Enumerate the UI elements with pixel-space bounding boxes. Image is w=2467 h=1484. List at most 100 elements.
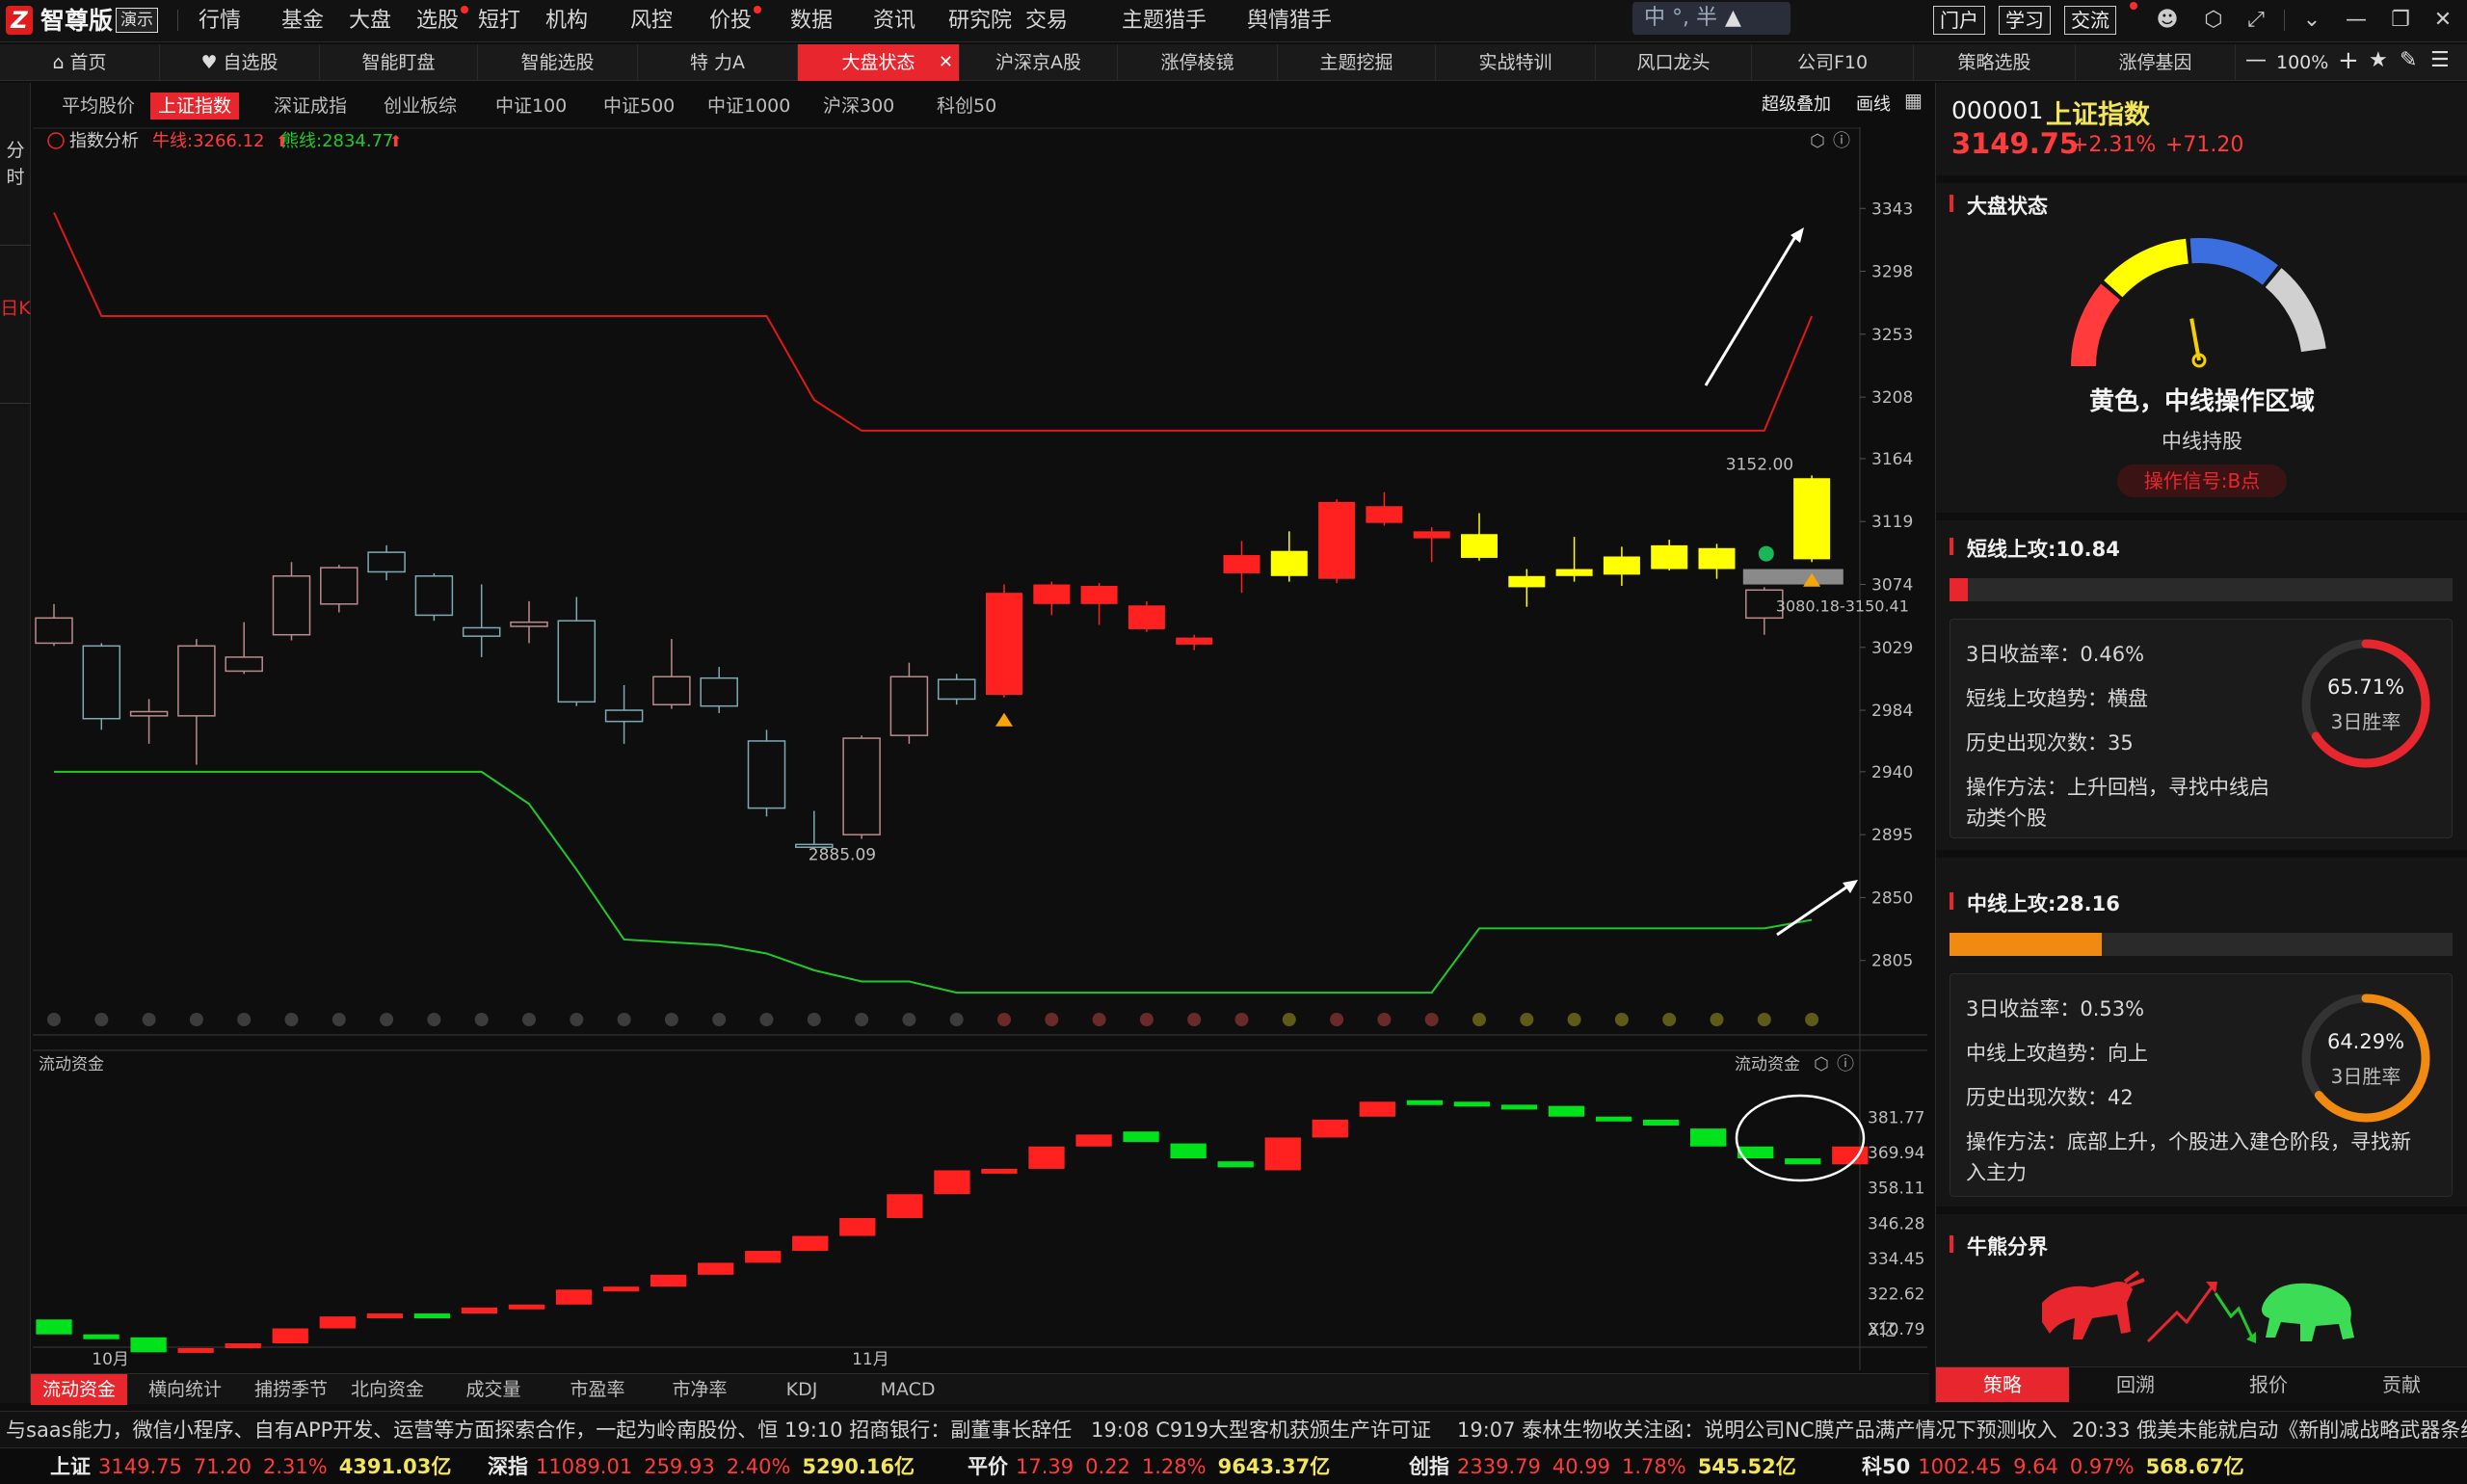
menu-item-0[interactable]: 行情 [199,8,241,35]
tab-item-9[interactable]: 实战特训 [1436,44,1596,81]
news-item[interactable]: 19:08 C919大型客机获颁生产许可证 [1091,1416,1431,1444]
subtab-1[interactable]: 上证指数 [150,93,240,119]
close-icon[interactable]: ✕ [2428,6,2457,35]
tab-item-11[interactable]: 公司F10 [1752,44,1914,81]
panel-tab-2[interactable]: 报价 [2202,1367,2335,1402]
draw-line-button[interactable]: 画线 [1856,91,1891,116]
indicator-tab-4[interactable]: 成交量 [445,1374,542,1405]
minimize-icon[interactable]: — [2342,6,2371,35]
candle [652,639,691,709]
pen-icon[interactable]: ✎ [2400,48,2417,72]
chat-button[interactable]: 交流 [2064,6,2116,35]
super-overlay-button[interactable]: 超级叠加 [1762,91,1831,116]
menu-item-7[interactable]: 价投 [709,8,752,35]
menu-item-11[interactable]: 交易 [1025,8,1068,35]
subtab-8[interactable]: 科创50 [929,93,1004,119]
menu-item-9[interactable]: 资讯 [873,8,915,35]
tab-item-12[interactable]: 策略选股 [1914,44,2076,81]
menu-item-2[interactable]: 大盘 [349,8,391,35]
grid-icon[interactable]: ▦ [1904,89,1923,112]
menu-item-12[interactable]: 主题猎手 [1122,8,1207,35]
layout-icon[interactable]: ☰ [2430,48,2450,72]
tab-item-13[interactable]: 涨停基因 [2076,44,2236,81]
tab-item-7[interactable]: 涨停棱镜 [1118,44,1278,81]
indicator-tab-0[interactable]: 流动资金 [31,1374,127,1405]
menu-item-1[interactable]: 基金 [281,8,324,35]
tab-item-5[interactable]: 大盘状态 ✕ [798,44,960,81]
quote-item[interactable]: 平价 17.39 0.22 1.28% 9643.37亿 [968,1452,1330,1481]
settings-icon[interactable]: ⬡ [1810,131,1825,151]
help-icon[interactable]: ⓘ [1837,1054,1854,1074]
panel-tab-0[interactable]: 策略 [1936,1367,2069,1402]
tab-item-10[interactable]: 风口龙头 [1596,44,1752,81]
short-attack-track [1950,578,2453,601]
subtab-0[interactable]: 平均股价 [54,93,143,119]
news-item[interactable]: 与saas能力，微信小程序、自有APP开发、运营等方面探索合作，一起为岭南股份、… [6,1416,778,1444]
tab-close-icon[interactable]: ✕ [939,44,953,81]
flow-bar [1595,1116,1632,1122]
mid-attack-fill [1950,933,2102,956]
indicator-tab-7[interactable]: KDJ [754,1374,850,1405]
subtab-2[interactable]: 深证成指 [266,93,355,119]
indicator-tab-2[interactable]: 捕捞季节 [243,1374,339,1405]
period-rik[interactable]: 日K [0,295,31,322]
settings-icon[interactable]: ⬡ [1814,1054,1829,1074]
quote-item[interactable]: 创指 2339.79 40.99 1.78% 545.52亿 [1409,1452,1796,1481]
indicator-tab-6[interactable]: 市净率 [651,1374,748,1405]
tab-item-6[interactable]: 沪深京A股 [960,44,1118,81]
indicator-tab-8[interactable]: MACD [860,1374,956,1405]
indicator-tab-5[interactable]: 市盈率 [549,1374,646,1405]
tab-item-3[interactable]: 智能选股 [478,44,638,81]
menu-item-8[interactable]: 数据 [790,8,833,35]
menu-item-4[interactable]: 短打 [478,8,520,35]
indicator-tab-3[interactable]: 北向资金 [339,1374,436,1405]
candle-body [986,593,1022,696]
ime-status[interactable]: 中 °, 半 ▲ [1632,2,1791,35]
tab-item-1[interactable]: ♥ 自选股 [160,44,320,81]
period-fenshi[interactable]: 分时 [0,137,31,191]
restore-icon[interactable]: ❐ [2386,6,2415,35]
tab-item-2[interactable]: 智能盯盘 [320,44,478,81]
menu-item-6[interactable]: 风控 [630,8,673,35]
quote-price: 11089.01 [536,1455,633,1478]
zoom-in-icon[interactable]: + [2338,46,2359,75]
learn-button[interactable]: 学习 [1999,6,2051,35]
panel-tab-1[interactable]: 回溯 [2069,1367,2202,1402]
candle-body [1793,478,1831,560]
news-item[interactable]: 19:07 泰林生物收关注函：说明公司NC膜产品满产情况下预测收入 [1457,1416,2057,1444]
quote-item[interactable]: 科50 1002.45 9.64 0.97% 568.67亿 [1862,1452,2244,1481]
tab-item-0[interactable]: ⌂ 首页 [0,44,160,81]
news-item[interactable]: 19:10 招商银行：副董事长辞任 [784,1416,1072,1444]
tab-item-8[interactable]: 主题挖掘 [1278,44,1436,81]
candle-body [1413,531,1450,539]
star-icon[interactable]: ★ [2369,48,2388,72]
candle [1508,569,1546,607]
portal-button[interactable]: 门户 [1933,6,1985,35]
dropdown-icon[interactable] [47,132,65,149]
subtab-7[interactable]: 沪深300 [815,93,902,119]
candle-body [1033,584,1071,604]
indicator-tab-1[interactable]: 横向统计 [137,1374,233,1405]
menu-item-5[interactable]: 机构 [545,8,588,35]
tab-item-4[interactable]: 特 力A [638,44,798,81]
chevron-down-icon[interactable]: ⌄ [2297,6,2326,35]
subtab-3[interactable]: 创业板综 [376,93,464,119]
highlight-circle [1735,1094,1866,1182]
user-icon[interactable]: ☻ [2153,6,2182,35]
news-item[interactable]: 20:33 俄美未能就启动《新削减战略武器条约》 [2072,1416,2467,1444]
panel-tab-3[interactable]: 贡献 [2335,1367,2467,1402]
menu-item-13[interactable]: 舆情猎手 [1247,8,1332,35]
subtab-4[interactable]: 中证100 [488,93,574,119]
help-icon[interactable]: ⓘ [1833,131,1850,151]
quote-item[interactable]: 深指 11089.01 259.93 2.40% 5290.16亿 [488,1452,915,1481]
settings-icon[interactable]: ⬡ [2199,6,2228,35]
shrink-icon[interactable]: ⤢ [2242,6,2270,35]
subtab-5[interactable]: 中证500 [596,93,682,119]
news-ticker: 与saas能力，微信小程序、自有APP开发、运营等方面探索合作，一起为岭南股份、… [0,1411,2467,1447]
candle [1176,634,1213,650]
subtab-6[interactable]: 中证1000 [700,93,798,119]
menu-item-10[interactable]: 研究院 [948,8,1012,35]
quote-item[interactable]: 上证 3149.75 71.20 2.31% 4391.03亿 [50,1452,451,1481]
menu-item-3[interactable]: 选股 [416,8,459,35]
zoom-out-icon[interactable]: — [2245,48,2267,72]
